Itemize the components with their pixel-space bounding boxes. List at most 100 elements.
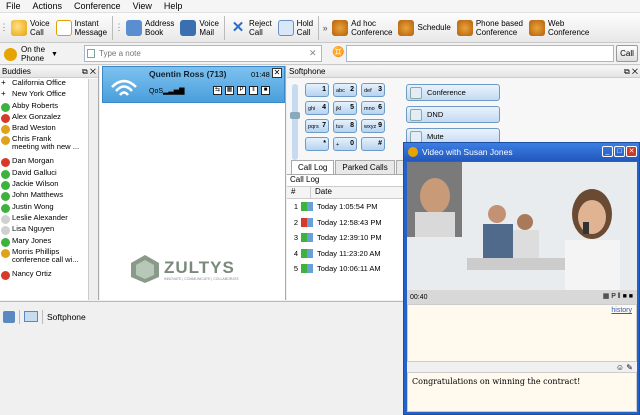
call-log-date: Today 12:39:10 PM — [317, 233, 382, 243]
buddy-item[interactable]: Nancy Ortiz — [0, 270, 88, 281]
keypad-key[interactable]: # — [361, 137, 385, 151]
buddy-name: Nancy Ortiz — [12, 269, 52, 278]
adhoc-conference-button[interactable]: Ad hoc Conference — [329, 14, 395, 42]
hold-small-icon[interactable]: ‖ — [249, 86, 258, 95]
keypad-key[interactable]: tuv 8 — [333, 119, 357, 133]
presence-status-icon — [1, 169, 10, 179]
conference-button[interactable]: Conference — [406, 84, 500, 101]
buddies-title-bar: Buddies ⧉ ✕ — [0, 66, 98, 78]
phone-conference-icon — [456, 19, 473, 36]
buddy-item[interactable]: Justin Wong — [0, 203, 88, 214]
menu-view[interactable]: View — [127, 1, 158, 11]
maximize-icon[interactable]: □ — [614, 146, 625, 157]
end-call-close-icon[interactable]: ✕ — [272, 68, 282, 78]
keypad-key[interactable]: * — [305, 137, 329, 151]
panel-float-close-icon[interactable]: ⧉ ✕ — [82, 67, 96, 77]
panel-float-close-icon[interactable]: ⧉ ✕ — [624, 67, 638, 77]
buddies-scrollbar[interactable] — [88, 79, 98, 300]
voice-call-button[interactable]: Voice Call — [8, 14, 53, 42]
keypad-key[interactable]: mno 6 — [361, 101, 385, 115]
web-conference-label: Web Conference — [548, 18, 590, 37]
keypad-icon[interactable]: ▦ — [225, 86, 234, 95]
address-book-button[interactable]: Address Book — [123, 14, 177, 42]
video-title: Video with Susan Jones — [422, 147, 513, 157]
buddy-item[interactable]: Abby Roberts — [0, 102, 88, 113]
buddy-name: Morris Phillips conference call wi... — [12, 247, 79, 264]
keypad-key[interactable]: wxyz 9 — [361, 119, 385, 133]
park-icon[interactable]: P — [237, 86, 246, 95]
buddy-item[interactable]: Mary Jones — [0, 237, 88, 248]
window-controls: _ □ ✕ — [601, 146, 637, 157]
keypad-key[interactable]: jkl 5 — [333, 101, 357, 115]
call-button[interactable]: Call — [616, 45, 638, 62]
call-log-number: 2 — [293, 217, 298, 227]
buddy-item[interactable]: + New York Office — [0, 90, 88, 101]
buddies-panel: Buddies ⧉ ✕ + California Office + New York … — [0, 66, 99, 300]
close-icon[interactable]: ✕ — [626, 146, 637, 157]
minimize-icon[interactable]: _ — [602, 146, 613, 157]
buddy-item[interactable]: + California Office — [0, 79, 88, 90]
font-icon[interactable]: ✎ — [626, 363, 633, 372]
note-input[interactable] — [84, 45, 322, 62]
buddy-item[interactable]: Morris Phillips conference call wi... — [0, 248, 88, 270]
buddy-item[interactable]: Lisa Nguyen — [0, 225, 88, 236]
keypad-key[interactable]: 1 — [305, 83, 329, 97]
reject-call-button[interactable]: ✕ Reject Call — [227, 14, 275, 42]
buddy-item[interactable]: John Matthews — [0, 191, 88, 202]
keypad-key[interactable]: def 3 — [361, 83, 385, 97]
column-number[interactable]: # — [287, 187, 311, 198]
presence-status-icon — [1, 136, 10, 146]
voice-mail-button[interactable]: Voice Mail — [177, 14, 222, 42]
hold-call-button[interactable]: Hold Call — [275, 14, 316, 42]
buddy-item[interactable]: Alex Gonzalez — [0, 113, 88, 124]
volume-slider[interactable] — [290, 84, 300, 160]
buddy-name: Dan Morgan — [12, 157, 54, 166]
menu-actions[interactable]: Actions — [27, 1, 69, 11]
buddy-item[interactable]: David Galluci — [0, 169, 88, 180]
schedule-button[interactable]: Schedule — [395, 14, 453, 42]
clear-note-icon[interactable]: ✕ — [309, 48, 317, 59]
column-date[interactable]: Date — [311, 187, 407, 198]
keypad-key[interactable]: +0 — [333, 137, 357, 151]
phone-conference-button[interactable]: Phone based Conference — [454, 14, 526, 42]
buddy-item[interactable]: Brad Weston — [0, 124, 88, 135]
presence-status-icon — [1, 214, 10, 224]
incoming-call-icon — [301, 264, 313, 274]
transfer-icon[interactable]: ⇆ — [213, 86, 222, 95]
presence-status-icon — [1, 181, 10, 191]
tab-call-log[interactable]: Call Log — [291, 160, 335, 174]
buddy-item[interactable]: Leslie Alexander — [0, 214, 88, 225]
instant-message-button[interactable]: Instant Message — [53, 14, 110, 42]
presence-selector[interactable]: On the Phone ▼ — [4, 44, 74, 64]
buddy-item[interactable]: Jackie Wilson — [0, 180, 88, 191]
video-control-icons[interactable]: ▦ P ‖ ■ ■ — [603, 292, 633, 300]
history-link[interactable]: history — [611, 307, 632, 314]
active-call-panel: Quentin Ross (713) 01:48 ✕ QoS▂▃▅▇ ⇆ ▦ P… — [100, 66, 286, 300]
menu-conference[interactable]: Conference — [68, 1, 127, 11]
dial-search-input[interactable] — [346, 45, 614, 62]
keypad-key[interactable]: abc 2 — [333, 83, 357, 97]
active-call-card[interactable]: Quentin Ross (713) 01:48 ✕ QoS▂▃▅▇ ⇆ ▦ P… — [102, 66, 285, 103]
call-log-date: Today 1:05:54 PM — [317, 202, 378, 212]
key-letters: ghi — [308, 106, 316, 112]
buddy-item[interactable]: Dan Morgan — [0, 157, 88, 168]
voice-mail-label: Voice Mail — [199, 18, 219, 37]
tab-parked-calls[interactable]: Parked Calls — [335, 160, 395, 174]
video-control-bar: 00:40 ▦ P ‖ ■ ■ — [407, 290, 637, 304]
buddy-item[interactable]: Chris Frank meeting with new ... — [0, 135, 88, 157]
toolbar-chevron[interactable]: » — [321, 16, 329, 40]
dnd-button[interactable]: DND — [406, 106, 500, 123]
record-icon[interactable]: ■ — [261, 86, 270, 95]
emoticon-icon[interactable]: ☺ — [616, 363, 624, 372]
presence-status-icon — [1, 192, 10, 202]
volume-slider-thumb[interactable] — [290, 112, 300, 119]
keypad-key[interactable]: pqrs 7 — [305, 119, 329, 133]
menu-help[interactable]: Help — [158, 1, 189, 11]
chat-compose-input[interactable]: Congratulations on winning the contract! — [407, 372, 637, 412]
keypad-key[interactable]: ghi 4 — [305, 101, 329, 115]
web-conference-button[interactable]: Web Conference — [526, 14, 592, 42]
buddy-list: + California Office + New York Office Abby R… — [0, 79, 88, 281]
zultys-logo-mark — [131, 255, 159, 283]
menu-file[interactable]: File — [0, 1, 27, 11]
key-number: 2 — [350, 86, 354, 93]
